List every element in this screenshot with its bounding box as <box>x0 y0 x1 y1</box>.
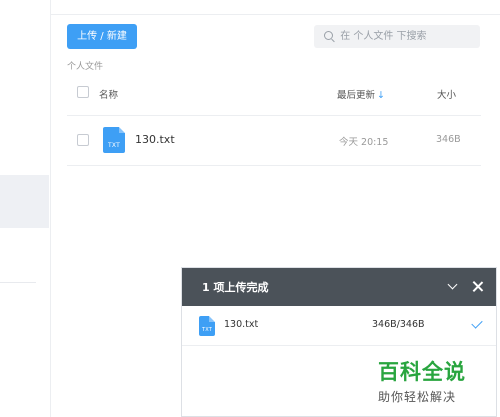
search-placeholder: 在 个人文件 下搜索 <box>340 31 427 42</box>
sort-arrow-icon: ↓ <box>377 90 385 101</box>
select-all-checkbox[interactable] <box>77 86 89 98</box>
row-checkbox[interactable] <box>77 134 89 146</box>
txt-file-icon: TXT <box>199 316 215 336</box>
file-ext-label: TXT <box>108 142 120 149</box>
checkmark-icon <box>470 318 482 330</box>
upload-item: TXT 130.txt 346B/346B <box>182 306 496 346</box>
file-ext-label: TXT <box>201 327 213 333</box>
upload-progress-text: 346B/346B <box>372 319 425 330</box>
column-name-header[interactable]: 名称 <box>99 87 118 101</box>
sidebar <box>0 0 51 417</box>
upload-panel-header: 1 项上传完成 <box>182 268 496 306</box>
table-row[interactable]: TXT 130.txt 今天 20:15 346B <box>67 115 481 166</box>
file-name[interactable]: 130.txt <box>135 133 175 146</box>
sidebar-selected-item[interactable] <box>0 175 49 228</box>
watermark-subtitle: 助你轻松解决 <box>378 390 457 404</box>
column-size-header[interactable]: 大小 <box>437 87 456 101</box>
table-header: 名称 最后更新 ↓ 大小 <box>67 80 481 108</box>
upload-file-name: 130.txt <box>224 319 259 330</box>
upload-new-button[interactable]: 上传 / 新建 <box>67 24 137 49</box>
column-date-header[interactable]: 最后更新 ↓ <box>337 87 385 101</box>
breadcrumb: 个人文件 <box>67 62 104 72</box>
file-date: 今天 20:15 <box>339 137 389 148</box>
close-icon[interactable] <box>469 278 487 296</box>
watermark: 百科全说 助你轻松解决 <box>378 356 488 405</box>
sidebar-divider <box>0 282 36 283</box>
chevron-down-icon[interactable] <box>444 278 462 296</box>
file-size: 346B <box>436 134 461 145</box>
watermark-title: 百科全说 <box>378 360 466 384</box>
top-divider <box>0 14 500 15</box>
search-input[interactable]: 在 个人文件 下搜索 <box>314 25 480 48</box>
search-icon <box>324 31 333 40</box>
txt-file-icon: TXT <box>103 127 125 153</box>
column-date-label: 最后更新 <box>337 90 376 101</box>
upload-panel-title: 1 项上传完成 <box>202 281 269 294</box>
